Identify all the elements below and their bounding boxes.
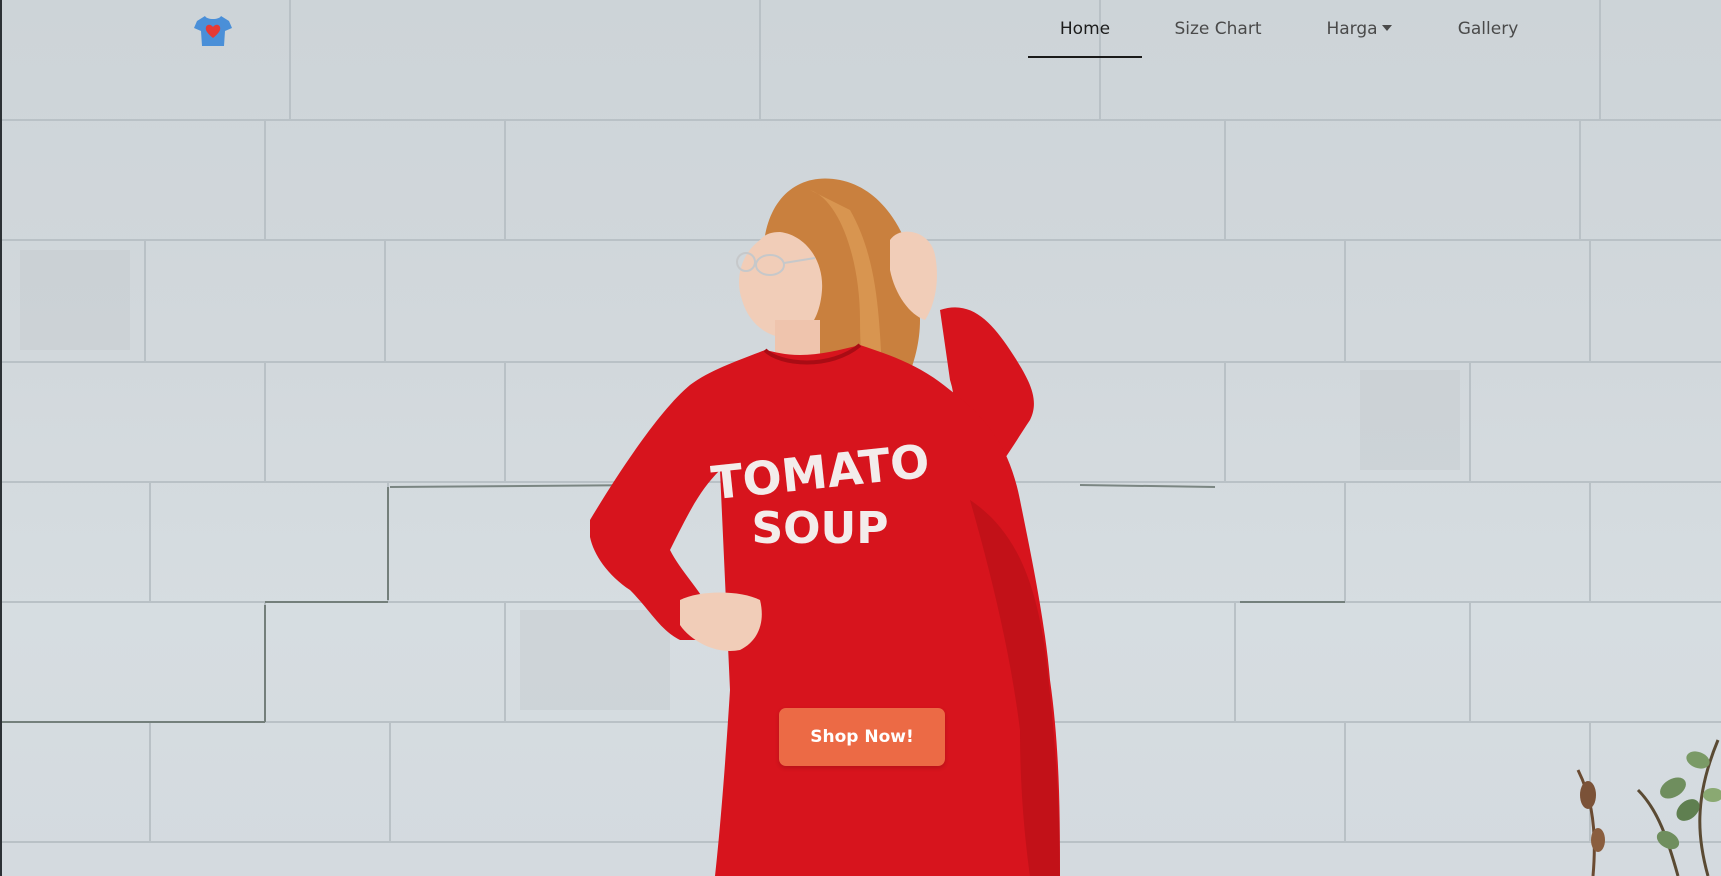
- nav-home-label: Home: [1059, 19, 1111, 39]
- nav-harga-label: Harga: [1326, 19, 1378, 39]
- left-edge: [0, 0, 2, 876]
- nav-gallery[interactable]: Gallery: [1450, 0, 1526, 58]
- plant-decoration: [1576, 739, 1721, 876]
- shop-now-button[interactable]: Shop Now!: [779, 708, 945, 766]
- caret-down-icon: [1381, 24, 1392, 31]
- sweater-text-line2: SOUP: [751, 503, 888, 554]
- nav-size-chart-label: Size Chart: [1174, 19, 1262, 39]
- top-navbar: Home Size Chart Harga Gallery: [0, 0, 1721, 58]
- nav-harga-dropdown[interactable]: Harga: [1316, 0, 1402, 58]
- nav-gallery-label: Gallery: [1457, 19, 1519, 39]
- nav-size-chart[interactable]: Size Chart: [1162, 0, 1274, 58]
- model-in-red-sweater: TOMATO SOUP: [590, 178, 1060, 876]
- nav-home[interactable]: Home: [1028, 0, 1142, 58]
- tshirt-heart-icon[interactable]: [193, 12, 233, 48]
